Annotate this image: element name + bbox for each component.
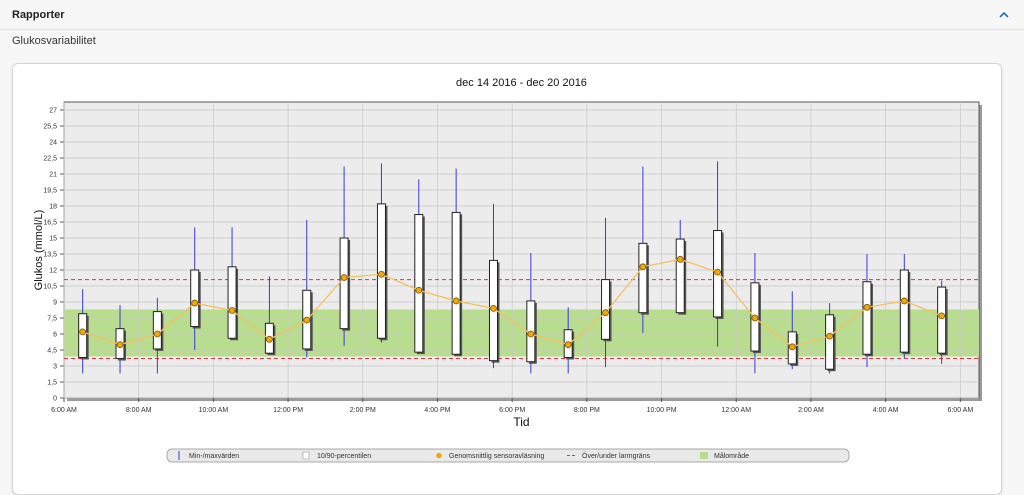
percentile-box xyxy=(227,266,237,339)
legend-swatch-mean xyxy=(436,452,442,459)
y-tick-label: 7,5 xyxy=(47,316,57,323)
mean-point xyxy=(676,255,684,263)
percentile-box xyxy=(675,238,685,314)
mean-point xyxy=(79,328,87,336)
y-tick-label: 24 xyxy=(49,140,57,147)
y-tick-label: 3 xyxy=(53,364,57,371)
legend-label: Genomsnittlig sensoravläsning xyxy=(449,453,544,460)
y-tick-label: 21 xyxy=(49,172,57,179)
mean-point xyxy=(266,335,273,343)
percentile-box xyxy=(937,286,947,354)
y-tick-label: 9 xyxy=(53,300,57,307)
mean-point xyxy=(340,274,348,281)
x-tick-label: 10:00 AM xyxy=(199,407,229,414)
report-subtitle: Glukosvariabilitet xyxy=(12,35,96,47)
y-tick-label: 22,5 xyxy=(43,156,57,163)
y-tick-label: 6 xyxy=(53,332,57,339)
x-tick-label: 6:00 PM xyxy=(499,407,525,414)
y-tick-label: 4,5 xyxy=(47,348,57,355)
percentile-box xyxy=(862,281,872,355)
y-tick-label: 16,5 xyxy=(43,220,57,227)
x-tick-label: 6:00 AM xyxy=(947,407,973,414)
chevron-up-icon[interactable] xyxy=(996,7,1012,23)
percentile-box xyxy=(899,269,909,353)
y-tick-label: 27 xyxy=(49,108,57,115)
mean-point xyxy=(826,332,834,340)
legend-swatch-box xyxy=(302,451,310,460)
y-tick-label: 25,5 xyxy=(43,124,57,131)
mean-point xyxy=(714,268,721,276)
mean-point xyxy=(191,299,199,307)
legend-label: Målområde xyxy=(714,452,749,460)
mean-point xyxy=(938,312,946,320)
mean-point xyxy=(452,297,460,305)
mean-point xyxy=(900,297,908,305)
legend-label: 10/90-percentilen xyxy=(317,453,371,460)
section-header[interactable]: Rapporter xyxy=(0,0,1024,30)
percentile-box xyxy=(414,214,424,353)
chart-title: dec 14 2016 - dec 20 2016 xyxy=(456,77,587,89)
glucose-variability-chart: dec 14 2016 - dec 20 2016 0 1,5 3 4,5 6 7,5 9 10… xyxy=(33,77,982,463)
percentile-box xyxy=(638,242,648,314)
mean-point xyxy=(116,341,124,349)
x-tick-label: 6:00 AM xyxy=(51,407,77,414)
x-tick-label: 2:00 PM xyxy=(350,407,376,414)
x-tick-label: 10:00 PM xyxy=(647,407,677,414)
legend-swatch-target xyxy=(700,452,708,459)
y-tick-label: 18 xyxy=(49,204,57,211)
mean-point xyxy=(527,330,535,338)
mean-point xyxy=(490,304,497,312)
percentile-box xyxy=(190,269,200,328)
x-axis-label: Tid xyxy=(513,415,529,429)
x-tick-label: 12:00 AM xyxy=(721,407,751,414)
y-tick-label: 10,5 xyxy=(43,284,57,291)
y-tick-label: 1,5 xyxy=(47,380,57,387)
x-tick-label: 4:00 PM xyxy=(424,407,450,414)
chart-card: dec 14 2016 - dec 20 2016 0 1,5 3 4,5 6 7,5 9 10… xyxy=(12,63,1002,495)
target-range-band xyxy=(64,309,979,357)
mean-point xyxy=(564,341,572,349)
x-tick-label: 12:00 PM xyxy=(273,407,303,414)
percentile-box xyxy=(825,314,835,370)
percentile-box xyxy=(451,211,461,355)
percentile-box xyxy=(339,237,349,330)
percentile-box xyxy=(78,313,88,358)
y-tick-label: 13,5 xyxy=(43,252,57,259)
y-tick-label: 12 xyxy=(49,268,57,275)
mean-point xyxy=(751,314,759,322)
mean-point xyxy=(602,309,609,317)
mean-point xyxy=(153,330,161,338)
x-tick-label: 4:00 AM xyxy=(873,407,899,414)
y-tick-label: 19,5 xyxy=(43,188,57,195)
mean-point xyxy=(378,270,385,278)
x-tick-label: 8:00 AM xyxy=(126,407,152,414)
y-axis-label: Glukos (mmol/L) xyxy=(33,210,45,291)
y-tick-label: 15 xyxy=(49,236,57,243)
x-tick-label: 2:00 AM xyxy=(798,407,824,414)
mean-point xyxy=(303,316,311,324)
percentile-box xyxy=(152,311,162,350)
section-title: Rapporter xyxy=(12,9,65,21)
mean-point xyxy=(639,263,647,271)
mean-point xyxy=(788,343,796,351)
mean-point xyxy=(228,307,236,314)
mean-point xyxy=(415,286,423,294)
y-tick-label: 0 xyxy=(53,396,57,403)
mean-point xyxy=(863,303,871,311)
legend-label: Min-/maxvärden xyxy=(189,453,239,460)
legend-label: Över/under larmgräns xyxy=(582,452,651,460)
x-tick-label: 8:00 PM xyxy=(574,407,600,414)
